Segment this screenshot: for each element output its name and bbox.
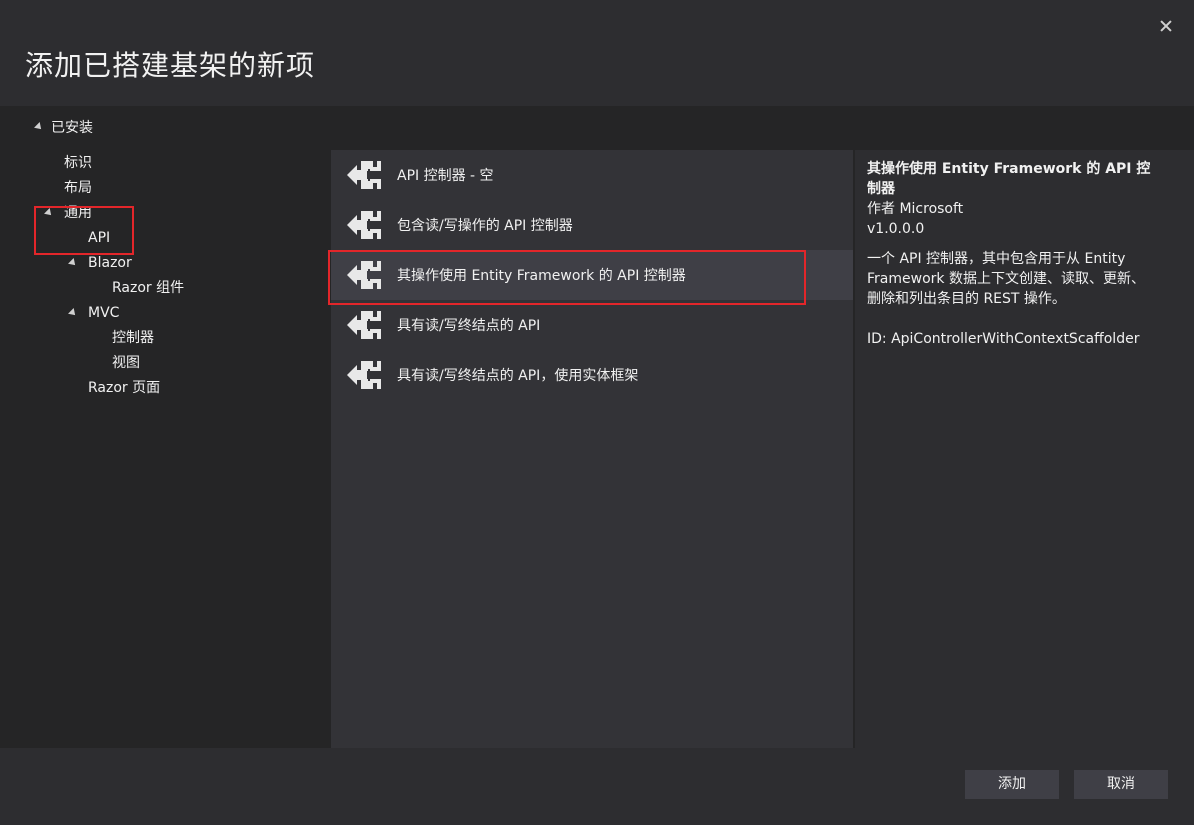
- template-item[interactable]: 包含读/写操作的 API 控制器: [331, 200, 853, 250]
- dialog-body: 已安装 标识 布局 通用 API Blazor Razor 组件 MVC 控制器…: [0, 106, 1194, 825]
- details-version: v1.0.0.0: [867, 221, 925, 237]
- tree-root-label: 已安装: [51, 120, 93, 136]
- details-panel: 其操作使用 Entity Framework 的 API 控制器 作者 Micr…: [855, 150, 1194, 748]
- tree-item-view[interactable]: 视图: [112, 353, 140, 373]
- tree-root-installed[interactable]: 已安装: [34, 117, 93, 137]
- tree-item-identity[interactable]: 标识: [64, 153, 92, 173]
- dialog-footer: 添加 取消: [0, 748, 1194, 825]
- expand-triangle-icon[interactable]: [68, 258, 78, 268]
- template-item[interactable]: API 控制器 - 空: [331, 150, 853, 200]
- details-title: 其操作使用 Entity Framework 的 API 控制器: [867, 161, 1151, 197]
- scaffold-icon: [347, 311, 381, 339]
- highlight-box: [328, 250, 806, 305]
- details-description: 一个 API 控制器，其中包含用于从 Entity Framework 数据上下…: [867, 251, 1145, 307]
- tree-item-razor-pages[interactable]: Razor 页面: [88, 378, 160, 398]
- add-button[interactable]: 添加: [965, 770, 1059, 799]
- template-label: 具有读/写终结点的 API: [397, 318, 541, 334]
- template-label: API 控制器 - 空: [397, 168, 494, 184]
- expand-triangle-icon[interactable]: [34, 122, 44, 132]
- dialog-title: 添加已搭建基架的新项: [25, 49, 316, 82]
- expand-triangle-icon[interactable]: [68, 308, 78, 318]
- template-label: 包含读/写操作的 API 控制器: [397, 218, 573, 234]
- highlight-box: [34, 206, 134, 255]
- details-id: ID: ApiControllerWithContextScaffolder: [867, 331, 1140, 347]
- template-item[interactable]: 具有读/写终结点的 API: [331, 300, 853, 350]
- dialog-titlebar: 添加已搭建基架的新项: [0, 0, 1194, 106]
- template-list: API 控制器 - 空 包含读/写操作的 API 控制器 其操作使用 Entit…: [328, 150, 853, 748]
- category-tree: 标识 布局 通用 API Blazor Razor 组件 MVC 控制器 视图 …: [0, 150, 330, 748]
- close-icon[interactable]: [1154, 14, 1178, 38]
- scaffold-icon: [347, 161, 381, 189]
- template-label: 具有读/写终结点的 API，使用实体框架: [397, 368, 639, 384]
- tree-item-blazor[interactable]: Blazor: [88, 253, 132, 273]
- tree-item-razor-component[interactable]: Razor 组件: [112, 278, 184, 298]
- tree-item-controller[interactable]: 控制器: [112, 328, 154, 348]
- scaffold-icon: [347, 211, 381, 239]
- tree-item-layout[interactable]: 布局: [64, 178, 92, 198]
- details-author: 作者 Microsoft: [867, 201, 964, 217]
- template-item[interactable]: 具有读/写终结点的 API，使用实体框架: [331, 350, 853, 400]
- scaffold-icon: [347, 361, 381, 389]
- tree-item-mvc[interactable]: MVC: [88, 303, 119, 323]
- cancel-button[interactable]: 取消: [1074, 770, 1168, 799]
